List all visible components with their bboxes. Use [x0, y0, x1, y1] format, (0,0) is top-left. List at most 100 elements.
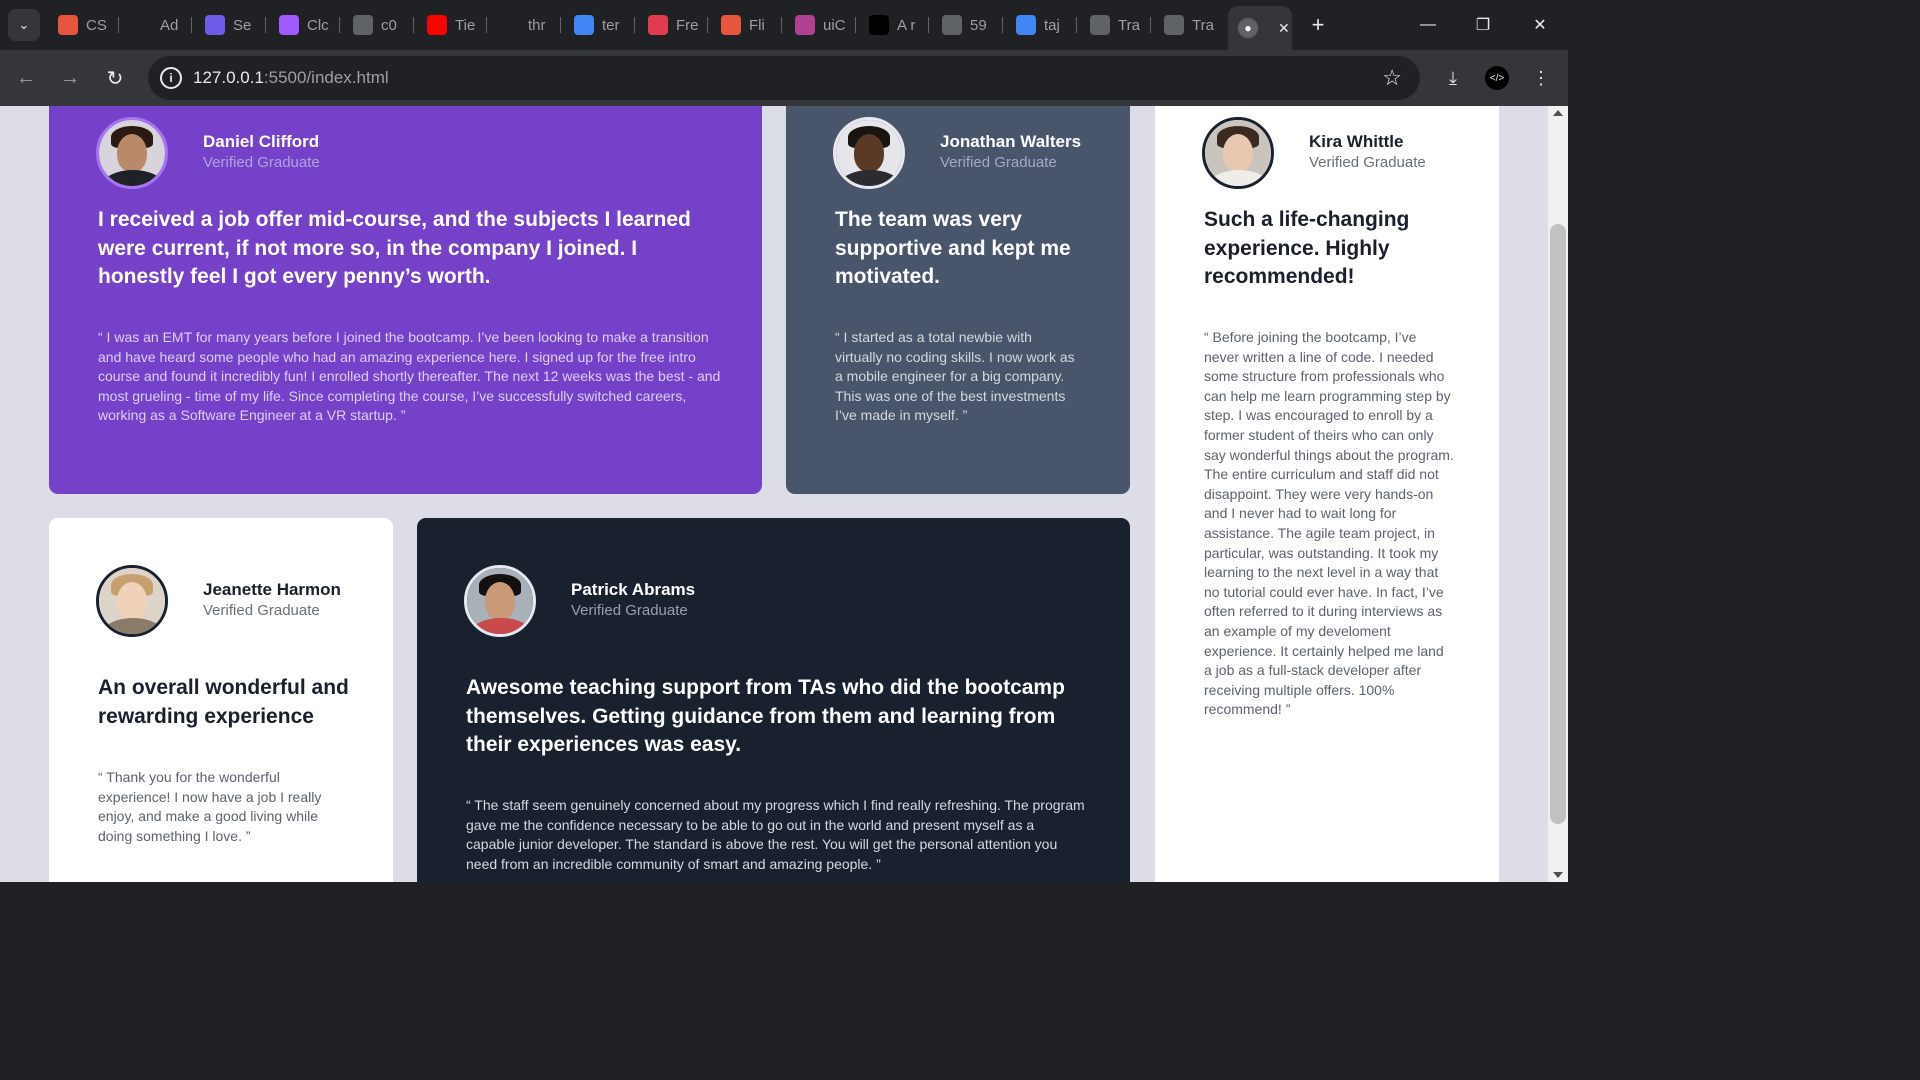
tab-15[interactable]: Tra: [1080, 8, 1144, 42]
globe-icon: [353, 15, 373, 35]
download-icon: ⤓: [1449, 67, 1457, 88]
url-path: :5500/index.html: [263, 68, 389, 87]
reload-icon: ↻: [106, 67, 124, 90]
scroll-down-arrow-icon[interactable]: [1553, 872, 1563, 878]
tab-active[interactable]: ● ✕: [1228, 6, 1292, 50]
tab-6[interactable]: Tie: [417, 8, 481, 42]
dark-app-icon: [132, 15, 152, 35]
forward-button[interactable]: →: [54, 62, 86, 94]
vertical-scrollbar[interactable]: [1548, 106, 1568, 882]
tab-separator: [855, 17, 856, 33]
person-header: Kira Whittle Verified Graduate: [1202, 117, 1426, 189]
tab-10[interactable]: Fli: [711, 8, 775, 42]
more-vertical-icon: ⋮: [1532, 67, 1550, 88]
person-role: Verified Graduate: [203, 154, 320, 171]
asterisk-icon: [58, 15, 78, 35]
tab-search-button[interactable]: ⌄: [8, 9, 40, 41]
frontend-mentor-icon: [648, 15, 668, 35]
tab-title: Tie: [455, 16, 476, 34]
scrollbar-thumb[interactable]: [1550, 224, 1566, 824]
testimonial-headline: The team was very supportive and kept me…: [835, 208, 1071, 288]
tab-title: ter: [602, 16, 620, 34]
tab-separator: [707, 17, 708, 33]
browser-toolbar: ← → ↻ i 127.0.0.1:5500/index.html ☆ ⤓ ⋮: [0, 50, 1568, 106]
google-icon: [574, 15, 594, 35]
tab-separator: [191, 17, 192, 33]
tab-2[interactable]: Ad: [122, 8, 186, 42]
bookmark-star-icon[interactable]: ☆: [1382, 65, 1402, 91]
info-icon[interactable]: i: [160, 67, 182, 89]
testimonial-quote: “ The staff seem genuinely concerned abo…: [466, 797, 1085, 872]
tab-4[interactable]: Clc: [269, 8, 333, 42]
person-header: Patrick Abrams Verified Graduate: [464, 565, 695, 637]
testimonial-headline: Such a life-changing experience. Highly …: [1204, 208, 1410, 288]
person-name: Daniel Clifford: [203, 132, 320, 151]
page-viewport: Daniel Clifford Verified Graduate I rece…: [0, 106, 1568, 882]
menu-button[interactable]: ⋮: [1525, 62, 1557, 94]
globe-icon: [942, 15, 962, 35]
avatar: [833, 117, 905, 189]
tab-title: thr: [528, 16, 546, 34]
testimonial-headline: I received a job offer mid-course, and t…: [98, 208, 691, 288]
tab-title: Tra: [1118, 16, 1140, 34]
globe-icon: [1090, 15, 1110, 35]
tab-title: Tra: [1192, 16, 1214, 34]
arrow-right-icon: →: [60, 66, 80, 89]
tab-separator: [1150, 17, 1151, 33]
tab-3[interactable]: Se: [195, 8, 259, 42]
testimonial-card-patrick: Patrick Abrams Verified Graduate Awesome…: [417, 518, 1130, 882]
person-name: Patrick Abrams: [571, 580, 696, 599]
close-window-button[interactable]: ✕: [1524, 9, 1556, 41]
person-role: Verified Graduate: [571, 602, 688, 619]
person-role: Verified Graduate: [940, 154, 1057, 171]
reload-button[interactable]: ↻: [99, 62, 131, 94]
tab-separator: [1002, 17, 1003, 33]
tab-11[interactable]: uiC: [785, 8, 849, 42]
testimonial-quote: “ I was an EMT for many years before I j…: [98, 329, 721, 424]
url-text[interactable]: 127.0.0.1:5500/index.html: [193, 68, 389, 88]
tab-title: taj: [1044, 16, 1060, 34]
globe-icon: [1164, 15, 1184, 35]
tab-separator: [486, 17, 487, 33]
downloads-button[interactable]: ⤓: [1437, 62, 1469, 94]
person-header: Jonathan Walters Verified Graduate: [833, 117, 1081, 189]
m-logo-icon: [500, 15, 520, 35]
testimonial-card-jeanette: Jeanette Harmon Verified Graduate An ove…: [49, 518, 393, 882]
avatar: [1202, 117, 1274, 189]
tab-5[interactable]: c0: [343, 8, 407, 42]
person-header: Daniel Clifford Verified Graduate: [96, 117, 320, 189]
google-icon: [1016, 15, 1036, 35]
tab-separator: [118, 17, 119, 33]
new-tab-button[interactable]: +: [1304, 11, 1332, 39]
tab-13[interactable]: 59: [932, 8, 996, 42]
minimize-button[interactable]: —: [1412, 9, 1444, 41]
tab-12[interactable]: A r: [859, 8, 923, 42]
tab-8[interactable]: ter: [564, 8, 628, 42]
restore-icon: ❐: [1475, 17, 1491, 34]
scroll-up-arrow-icon[interactable]: [1553, 110, 1563, 116]
back-button[interactable]: ←: [10, 62, 42, 94]
tab-title: Fli: [749, 16, 765, 34]
avatar: [464, 565, 536, 637]
extension-code-icon[interactable]: </>: [1485, 66, 1509, 90]
address-bar[interactable]: i 127.0.0.1:5500/index.html ☆: [148, 56, 1420, 100]
person-role: Verified Graduate: [1309, 154, 1426, 171]
person-header: Jeanette Harmon Verified Graduate: [96, 565, 341, 637]
tab-1[interactable]: CS: [48, 8, 112, 42]
close-icon: ✕: [1533, 17, 1547, 34]
tab-14[interactable]: taj: [1006, 8, 1070, 42]
tab-separator: [265, 17, 266, 33]
testimonial-card-jonathan: Jonathan Walters Verified Graduate The t…: [786, 106, 1130, 494]
testimonial-quote: “ I started as a total newbie with virtu…: [835, 329, 1075, 424]
youtube-icon: [427, 15, 447, 35]
person-role: Verified Graduate: [203, 602, 320, 619]
tab-7[interactable]: thr: [490, 8, 554, 42]
tab-9[interactable]: Fre: [638, 8, 702, 42]
gradient-app-icon: [795, 15, 815, 35]
close-tab-icon[interactable]: ✕: [1278, 20, 1290, 37]
tab-16[interactable]: Tra: [1154, 8, 1218, 42]
tab-title: CS: [86, 16, 107, 34]
testimonial-quote: “ Thank you for the wonderful experience…: [98, 769, 322, 844]
restore-button[interactable]: ❐: [1467, 9, 1499, 41]
testimonial-headline: Awesome teaching support from TAs who di…: [466, 676, 1065, 756]
